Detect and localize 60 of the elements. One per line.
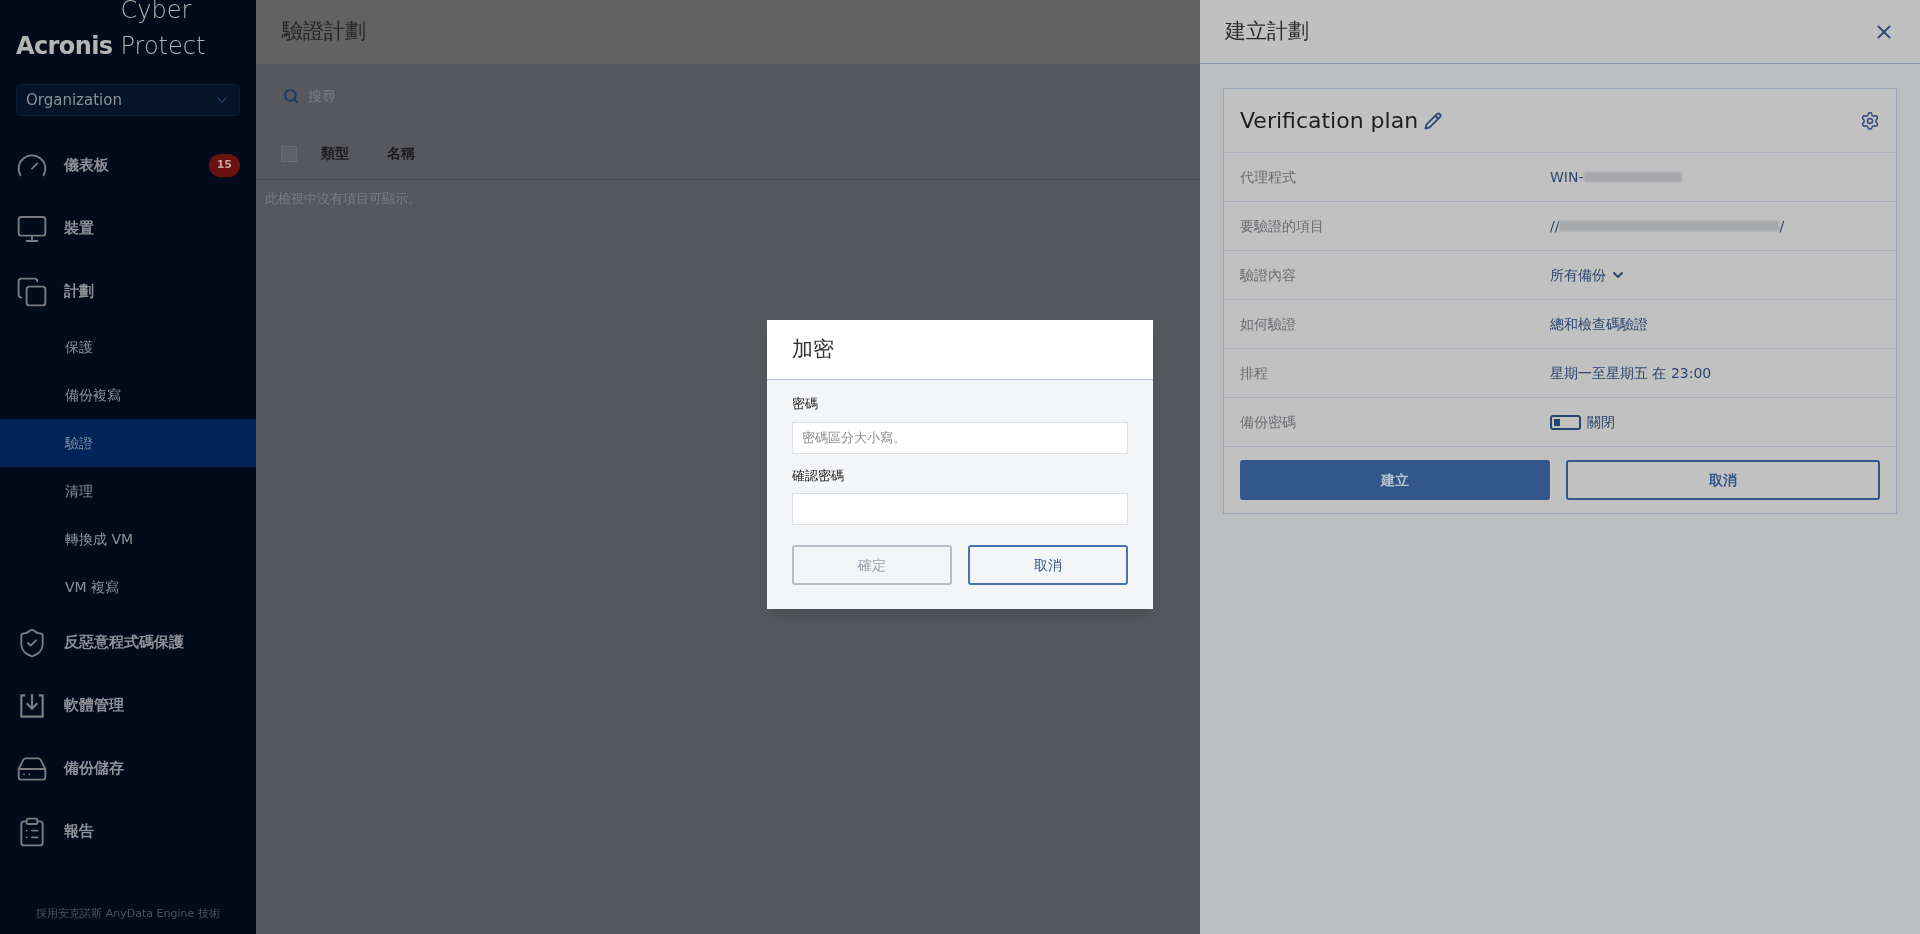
row-value: / <box>1779 216 1785 236</box>
nav-label: 備份複寫 <box>65 385 121 405</box>
nav-item[interactable]: 儀表板 15 <box>0 134 256 197</box>
footer-text: 採用安克諾斯 AnyData Engine 技術 <box>36 905 220 922</box>
nav-label: 裝置 <box>64 218 94 240</box>
password-field[interactable]: 密碼區分大小寫。 <box>792 421 1128 454</box>
nav-label: 清理 <box>65 481 93 501</box>
search-icon <box>283 88 299 104</box>
row-label: 如何驗證 <box>1240 314 1297 334</box>
pencil-icon[interactable] <box>1424 111 1443 130</box>
overlapping-squares-icon <box>16 275 48 308</box>
nav-subitem[interactable]: VM 複寫 <box>0 563 256 611</box>
nav-subitem[interactable]: 保護 <box>0 323 256 371</box>
nav-label: 驗證 <box>65 433 93 453</box>
cancel-button[interactable]: 取消 <box>968 545 1128 585</box>
logo-product: Cyber Protect <box>120 0 207 62</box>
value-dropdown[interactable]: 所有備份 <box>1550 264 1626 286</box>
field-label: 密碼 <box>792 395 819 413</box>
nav-label: 轉換成 VM <box>65 529 134 549</box>
cancel-button[interactable]: 取消 <box>1566 460 1880 500</box>
page-title: 驗證計劃 <box>282 18 366 46</box>
row-value[interactable]: 星期一至星期五 在 23:00 <box>1550 362 1712 384</box>
logo-brand: Acronis <box>16 31 113 62</box>
nav-subitem[interactable]: 轉換成 VM <box>0 515 256 563</box>
nav-label: 反惡意程式碼保護 <box>64 632 184 654</box>
nav-item[interactable]: 報告 <box>0 800 256 863</box>
panel-title: 建立計劃 <box>1225 17 1309 45</box>
password-field[interactable] <box>792 493 1128 525</box>
nav-label: 報告 <box>64 821 94 843</box>
row-label: 驗證內容 <box>1240 265 1297 285</box>
row-label: 備份密碼 <box>1240 412 1297 432</box>
nav-item[interactable]: 裝置 <box>0 197 256 260</box>
row-value: WIN- <box>1550 167 1584 187</box>
field-label: 確認密碼 <box>792 466 845 485</box>
row-value: // <box>1550 216 1560 236</box>
nav-item[interactable]: 反惡意程式碼保護 <box>0 611 256 674</box>
settings-icon[interactable] <box>1860 110 1880 131</box>
nav-label: 儀表板 <box>64 155 109 177</box>
nav-label: 軟體管理 <box>64 695 124 717</box>
toggle-switch[interactable] <box>1550 414 1581 430</box>
organization-dropdown[interactable]: Organization <box>16 84 240 116</box>
nav-subitem[interactable]: 驗證 <box>0 419 256 467</box>
row-label: 排程 <box>1240 363 1269 383</box>
nav-item[interactable]: 備份儲存 <box>0 737 256 800</box>
nav-label: 保護 <box>65 337 93 357</box>
nav-label: 備份儲存 <box>64 758 124 780</box>
nav-label: VM 複寫 <box>65 577 120 597</box>
row-label: 要驗證的項目 <box>1240 216 1325 236</box>
toggle-label: 關閉 <box>1587 412 1615 432</box>
nav-label: 計劃 <box>64 281 94 303</box>
create-button[interactable]: 建立 <box>1240 460 1550 500</box>
nav-subitem[interactable]: 備份複寫 <box>0 371 256 419</box>
plan-name: Verification plan <box>1240 107 1419 135</box>
nav-subitem[interactable]: 清理 <box>0 467 256 515</box>
row-label: 代理程式 <box>1240 167 1297 187</box>
dialog-title: 加密 <box>792 335 834 363</box>
nav-item[interactable]: 計劃 <box>0 260 256 323</box>
count-badge: 15 <box>208 154 240 177</box>
row-value[interactable]: 總和檢查碼驗證 <box>1550 313 1648 335</box>
nav-item[interactable]: 軟體管理 <box>0 674 256 737</box>
